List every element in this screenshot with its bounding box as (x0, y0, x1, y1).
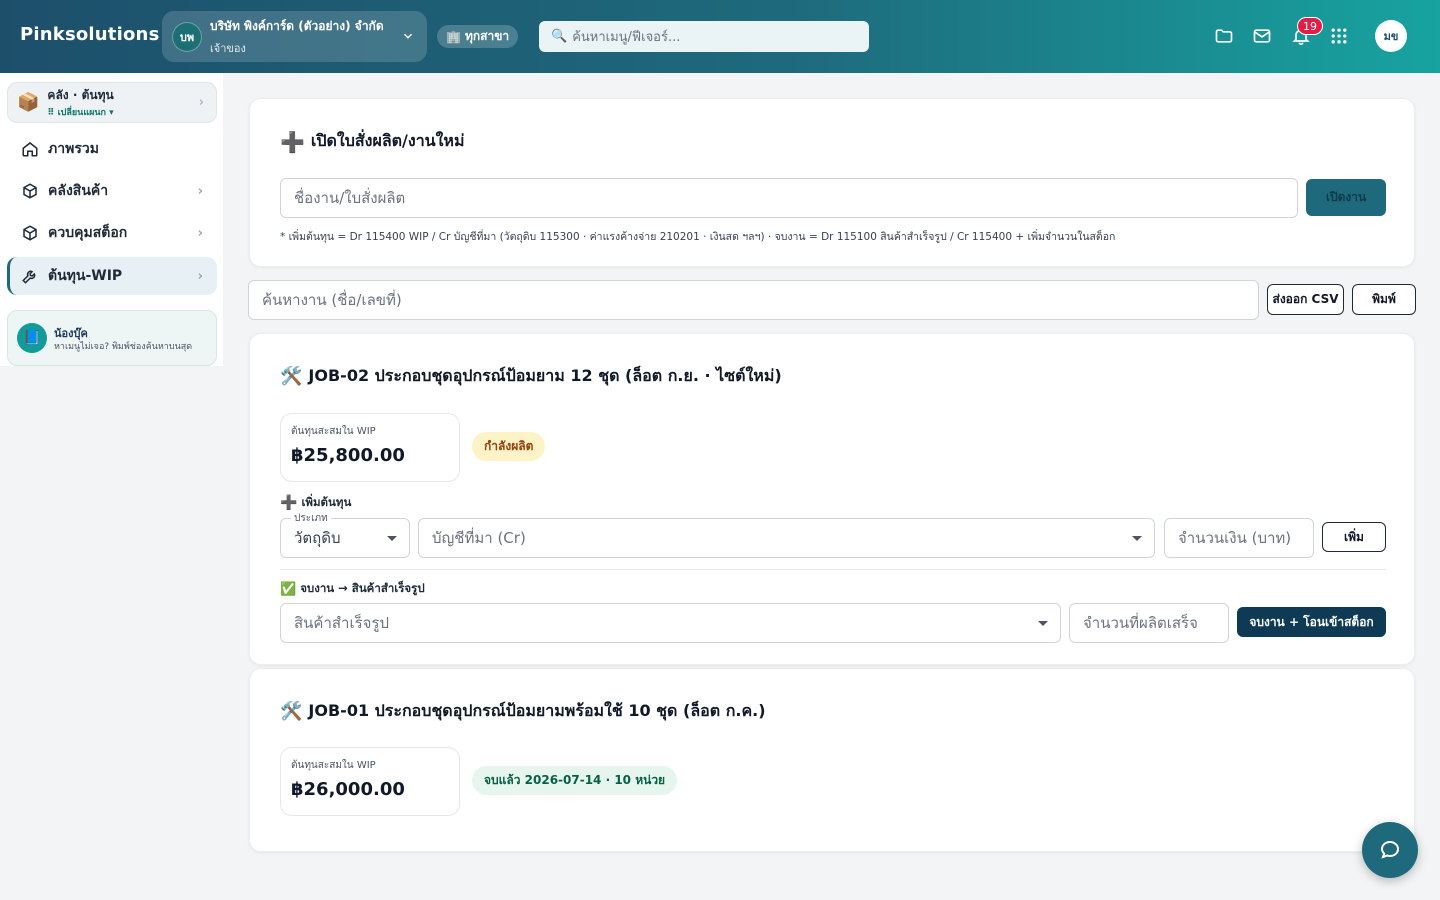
folder-icon[interactable] (1214, 26, 1234, 46)
top-bar: Pinksolutions บพ บริษัท พิงค์การ์ด (ตัวอ… (0, 0, 1440, 73)
notification-badge: 19 (1297, 17, 1323, 35)
home-icon (22, 142, 38, 157)
book-icon: 📘 (17, 323, 47, 353)
sidebar-item-cost-wip[interactable]: ต้นทุน-WIP › (7, 257, 217, 295)
tools-icon: 🛠️ (280, 366, 303, 387)
job-card-job-02: 🛠️ JOB-02 ประกอบชุดอุปกรณ์ป้อมยาม 12 ชุด… (249, 333, 1415, 665)
wip-cost-value: ฿26,000.00 (291, 779, 405, 800)
cost-type-label: ประเภท (291, 511, 331, 526)
wip-cost-stat: ต้นทุนสะสมใน WIP ฿26,000.00 (280, 747, 460, 816)
sidebar: 📦 คลัง · ต้นทุน ⠿ เปลี่ยนแผนก ▾ › ภาพรวม… (0, 73, 223, 366)
job-title: 🛠️ JOB-02 ประกอบชุดอุปกรณ์ป้อมยาม 12 ชุด… (280, 364, 782, 389)
finished-product-placeholder: สินค้าสำเร็จรูป (294, 614, 389, 632)
sidebar-item-label: ต้นทุน-WIP (48, 268, 123, 284)
source-account-placeholder: บัญชีที่มา (Cr) (432, 529, 526, 547)
company-avatar: บพ (172, 21, 202, 52)
box-icon (23, 183, 37, 199)
check-icon: ✅ (280, 581, 297, 597)
sidebar-item-label: คลังสินค้า (48, 183, 109, 199)
finished-qty-placeholder: จำนวนที่ผลิตเสร็จ (1083, 614, 1198, 632)
assistant-name: น้องบุ๊ค (54, 326, 88, 340)
finish-job-button[interactable]: จบงาน + โอนเข้าสต็อก (1237, 607, 1386, 637)
wip-cost-label: ต้นทุนสะสมใน WIP (291, 760, 376, 771)
wip-cost-value: ฿25,800.00 (291, 445, 405, 466)
amount-placeholder: จำนวนเงิน (บาท) (1178, 529, 1292, 547)
chat-button[interactable] (1362, 822, 1418, 878)
branch-selector[interactable]: 🏢 ทุกสาขา (437, 25, 519, 48)
job-card-job-01: 🛠️ JOB-01 ประกอบชุดอุปกรณ์ป้อมยามพร้อมใช… (249, 668, 1415, 852)
wip-cost-label: ต้นทุนสะสมใน WIP (291, 426, 376, 437)
new-job-title-text: เปิดใบสั่งผลิต/งานใหม่ (310, 131, 465, 150)
job-title-text: JOB-02 ประกอบชุดอุปกรณ์ป้อมยาม 12 ชุด (ล… (308, 366, 782, 385)
caret-down-icon (1132, 536, 1142, 541)
status-badge: จบแล้ว 2026-07-14 · 10 หน่วย (472, 766, 678, 795)
plus-icon: ➕ (280, 129, 305, 154)
caret-down-icon (387, 536, 397, 541)
finished-qty-input[interactable]: จำนวนที่ผลิตเสร็จ (1069, 603, 1229, 643)
finished-product-select[interactable]: สินค้าสำเร็จรูป (280, 603, 1061, 643)
job-name-placeholder: ชื่องาน/ใบสั่งผลิต (294, 189, 406, 207)
job-title: 🛠️ JOB-01 ประกอบชุดอุปกรณ์ป้อมยามพร้อมใช… (280, 699, 766, 724)
department-title: คลัง · ต้นทุน (47, 88, 114, 102)
user-avatar[interactable]: มข (1375, 20, 1407, 52)
sidebar-item-overview[interactable]: ภาพรวม (7, 130, 217, 168)
box-icon (23, 225, 37, 241)
building-icon: 🏢 (446, 29, 461, 44)
sidebar-item-stock-control[interactable]: ควบคุมสต็อก › (7, 214, 217, 252)
accounting-note: * เพิ่มต้นทุน = Dr 115400 WIP / Cr บัญชี… (280, 231, 1116, 243)
add-cost-heading: ➕ เพิ่มต้นทุน (280, 494, 351, 512)
search-icon: 🔍 (551, 29, 568, 44)
open-job-button[interactable]: เปิดงาน (1306, 179, 1386, 216)
plus-icon: ➕ (280, 495, 298, 511)
add-cost-heading-text: เพิ่มต้นทุน (301, 495, 352, 509)
assistant-helper[interactable]: 📘 น้องบุ๊ค หาเมนูไม่เจอ? พิมพ์ช่องค้นหาบ… (7, 310, 217, 366)
job-search-placeholder: ค้นหางาน (ชื่อ/เลขที่) (262, 291, 402, 309)
print-button[interactable]: พิมพ์ (1352, 284, 1416, 315)
finish-job-heading: ✅ จบงาน → สินค้าสำเร็จรูป (280, 580, 425, 598)
job-name-input[interactable]: ชื่องาน/ใบสั่งผลิต (280, 178, 1298, 218)
company-switcher[interactable]: บพ บริษัท พิงค์การ์ด (ตัวอย่าง) จำกัด เจ… (162, 11, 427, 62)
department-switch-label: ⠿ เปลี่ยนแผนก ▾ (47, 108, 114, 118)
source-account-select[interactable]: บัญชีที่มา (Cr) (418, 518, 1155, 558)
package-icon: 📦 (17, 92, 40, 113)
caret-down-icon (1038, 621, 1048, 626)
chevron-right-icon: › (197, 183, 203, 199)
export-csv-button[interactable]: ส่งออก CSV (1267, 284, 1344, 315)
job-title-text: JOB-01 ประกอบชุดอุปกรณ์ป้อมยามพร้อมใช้ 1… (308, 701, 766, 720)
branch-label: ทุกสาขา (464, 29, 510, 43)
sidebar-item-label: ภาพรวม (48, 141, 99, 157)
chevron-right-icon: › (197, 225, 203, 241)
wip-cost-stat: ต้นทุนสะสมใน WIP ฿25,800.00 (280, 413, 460, 482)
brand-logo[interactable]: Pinksolutions (20, 24, 159, 45)
new-job-card: ➕ เปิดใบสั่งผลิต/งานใหม่ ชื่องาน/ใบสั่งผ… (249, 98, 1415, 267)
global-search-input[interactable]: 🔍 ค้นหาเมนู/ฟีเจอร์... (539, 21, 869, 52)
wrench-icon (22, 270, 36, 284)
department-switcher[interactable]: 📦 คลัง · ต้นทุน ⠿ เปลี่ยนแผนก ▾ › (7, 82, 217, 123)
status-badge: กำลังผลิต (472, 432, 546, 461)
assistant-hint: หาเมนูไม่เจอ? พิมพ์ช่องค้นหาบนสุด (54, 341, 193, 352)
mail-icon[interactable] (1252, 26, 1272, 46)
sidebar-item-label: ควบคุมสต็อก (48, 225, 128, 241)
chevron-down-icon (403, 33, 413, 39)
add-cost-button[interactable]: เพิ่ม (1322, 522, 1386, 552)
company-name: บริษัท พิงค์การ์ด (ตัวอย่าง) จำกัด (210, 18, 384, 33)
tools-icon: 🛠️ (280, 701, 303, 722)
sidebar-item-warehouse[interactable]: คลังสินค้า › (7, 172, 217, 210)
job-search-input[interactable]: ค้นหางาน (ชื่อ/เลขที่) (248, 280, 1259, 320)
apps-grid-icon[interactable] (1329, 26, 1349, 46)
chevron-right-icon: › (198, 95, 204, 110)
amount-input[interactable]: จำนวนเงิน (บาท) (1164, 518, 1314, 558)
cost-type-value: วัตถุดิบ (294, 529, 341, 547)
global-search-placeholder: ค้นหาเมนู/ฟีเจอร์... (572, 30, 681, 45)
new-job-title: ➕ เปิดใบสั่งผลิต/งานใหม่ (280, 129, 465, 154)
finish-job-heading-text: จบงาน → สินค้าสำเร็จรูป (300, 581, 425, 595)
chevron-right-icon: › (197, 268, 203, 284)
company-role: เจ้าของ (210, 41, 246, 55)
chat-bubble-icon (1380, 840, 1400, 859)
section-divider (280, 569, 1386, 570)
